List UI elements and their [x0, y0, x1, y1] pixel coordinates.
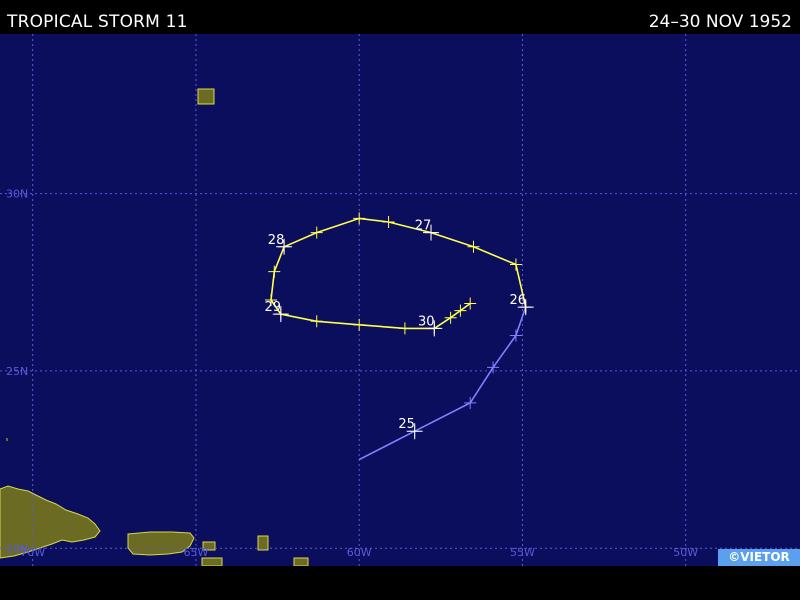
day-label: 30	[418, 314, 435, 329]
lat-label: 25N	[6, 365, 28, 378]
island-leeward-3	[293, 557, 309, 566]
day-label: 29	[265, 300, 282, 315]
day-label: 25	[398, 417, 415, 432]
island-bermuda	[197, 88, 215, 105]
header-bar: TROPICAL STORM 11 24–30 NOV 1952	[0, 0, 800, 34]
lon-label: 60W	[347, 546, 372, 559]
storm-title: TROPICAL STORM 11	[7, 12, 188, 32]
lon-label: 65W	[183, 546, 208, 559]
lat-label: 30N	[6, 188, 28, 201]
day-label: 26	[509, 293, 526, 308]
lon-label: 50W	[673, 546, 698, 559]
lon-label: 55W	[510, 546, 535, 559]
ocean	[0, 34, 800, 566]
lat-label: 20N	[6, 542, 28, 555]
track-map: 70W 65W 60W 55W 50W20N25N30N 252627282930	[0, 34, 800, 566]
credit-label: ©VIETOR	[718, 549, 800, 566]
day-label: 28	[268, 233, 285, 248]
footer-bar	[0, 566, 800, 600]
island-speck	[6, 438, 8, 441]
storm-dates: 24–30 NOV 1952	[648, 12, 792, 32]
day-label: 27	[415, 219, 432, 234]
island-leeward-2	[201, 557, 223, 566]
